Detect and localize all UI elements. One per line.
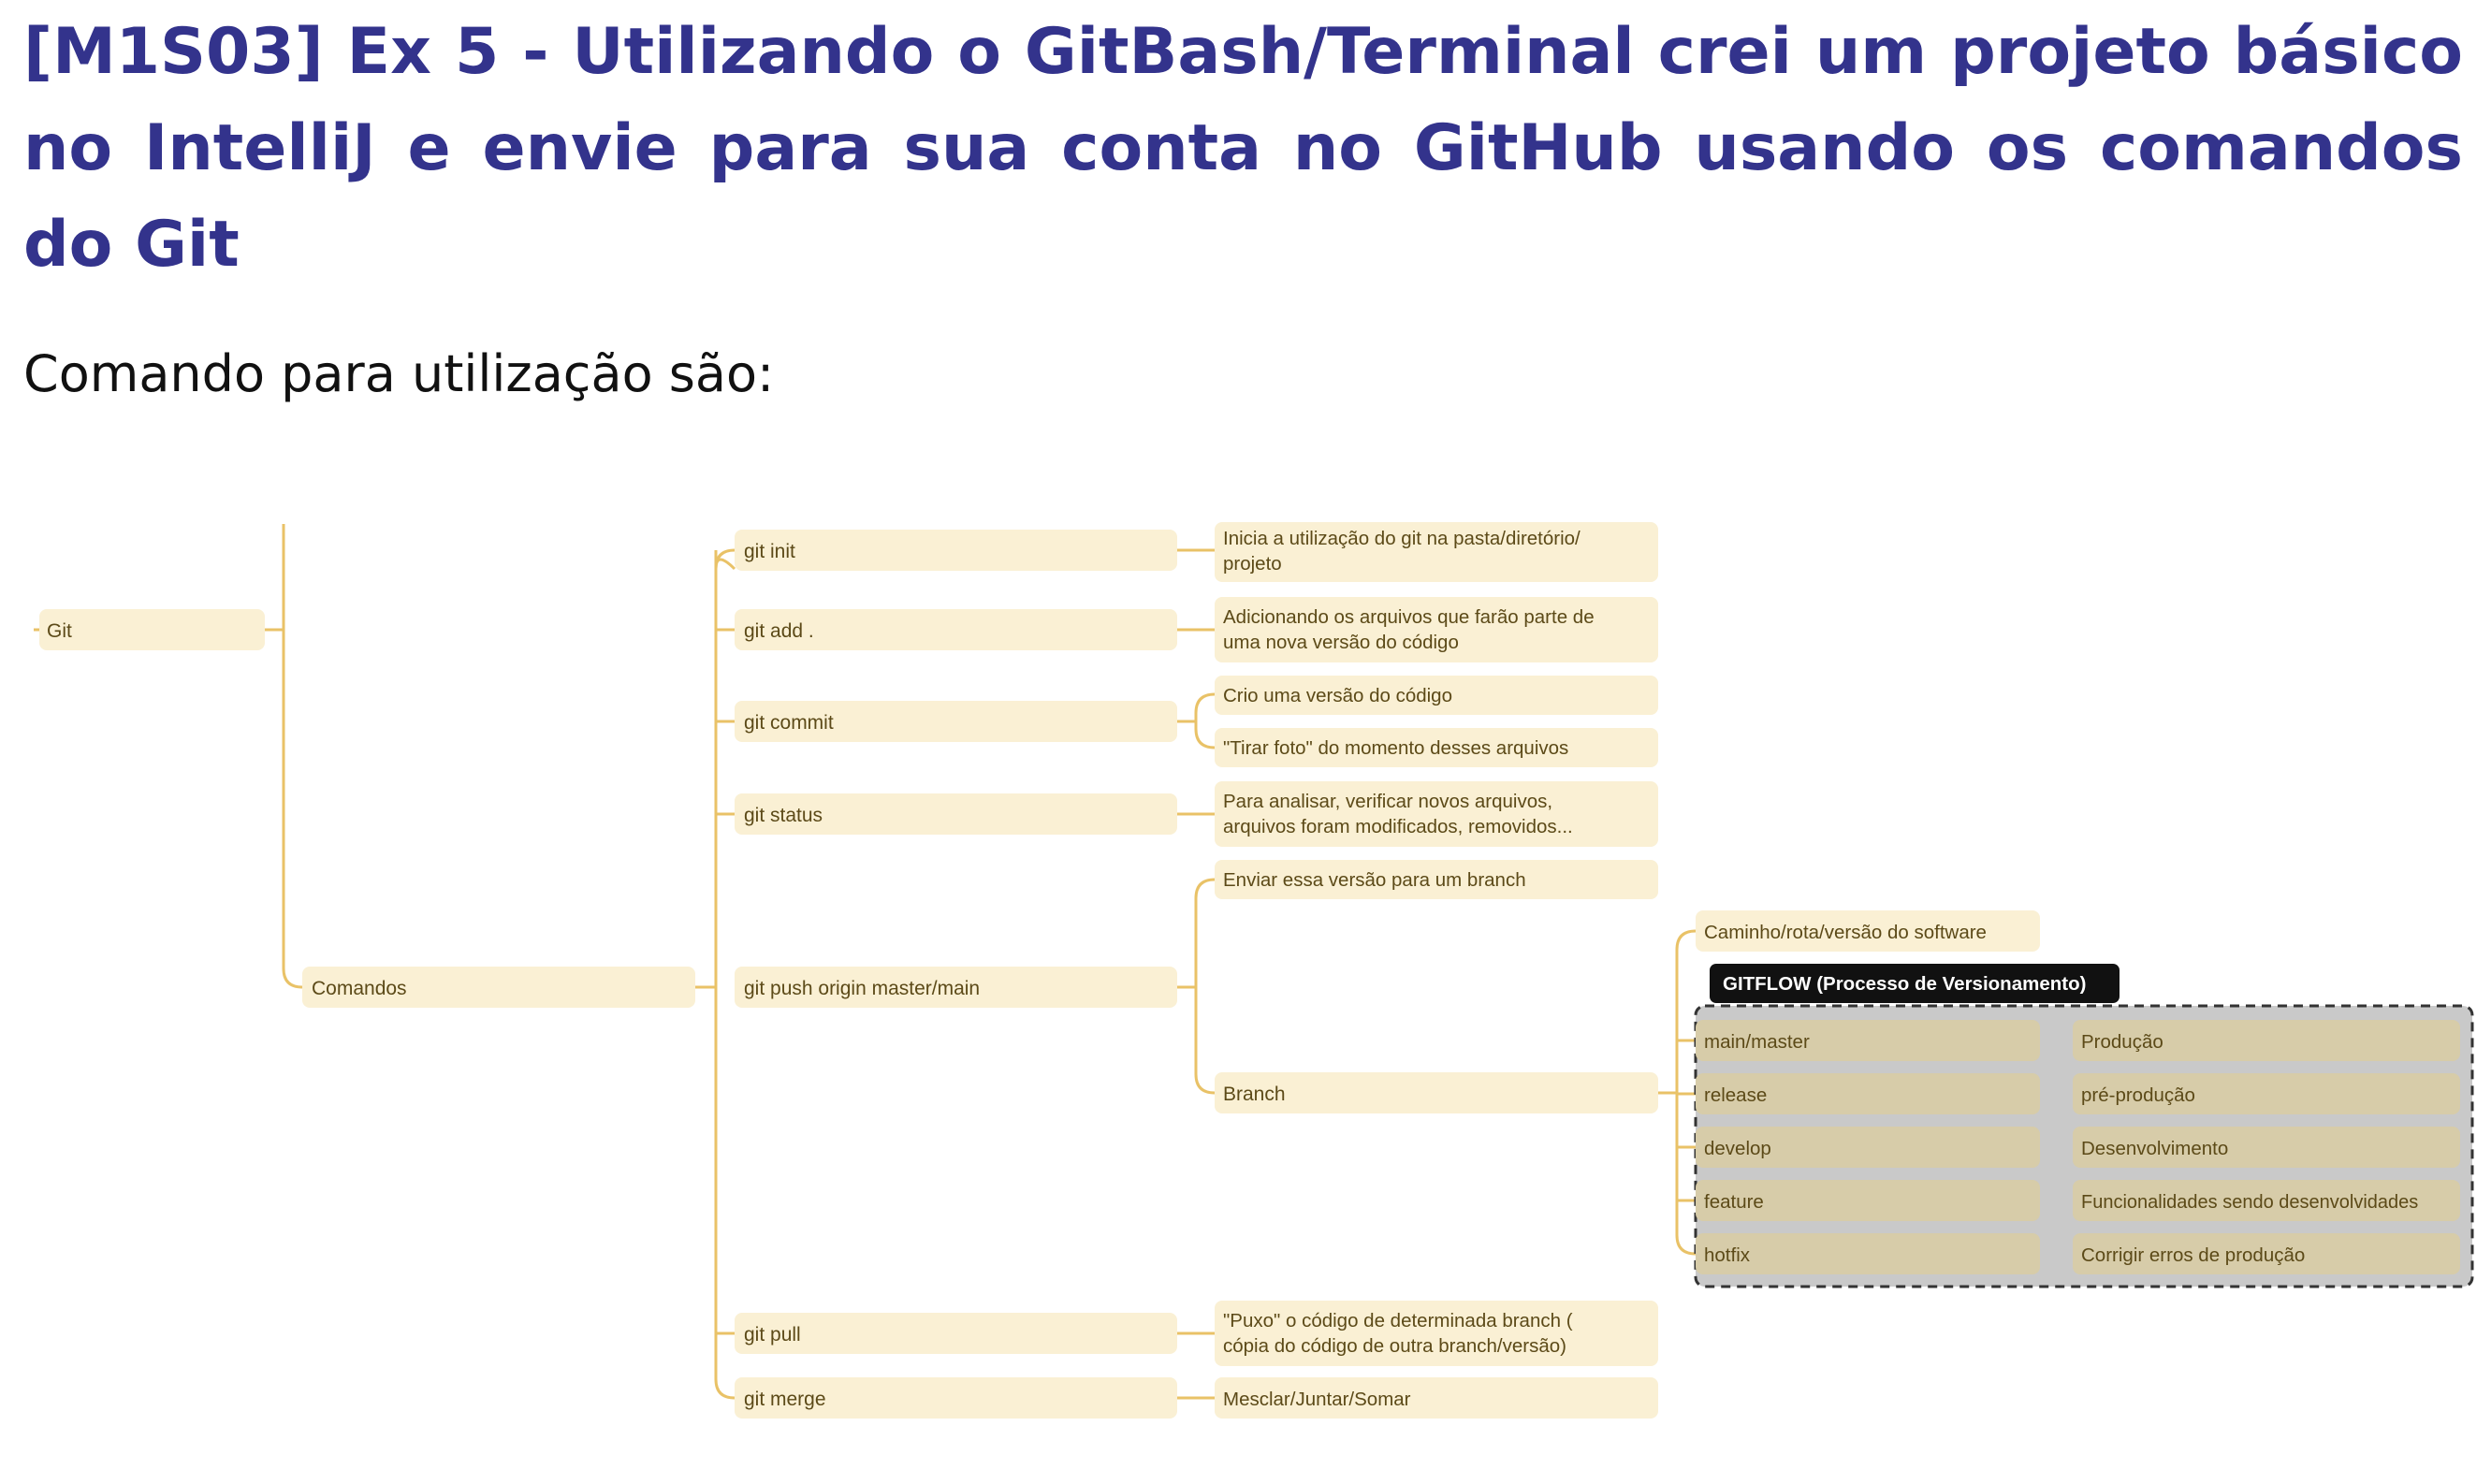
description-git-merge: Mesclar/Juntar/Somar bbox=[1215, 1377, 1658, 1419]
branch-node-label: Branch bbox=[1223, 1084, 1286, 1105]
description-git-status: Para analisar, verificar novos arquivos,… bbox=[1215, 781, 1658, 847]
root-node: Git bbox=[39, 609, 265, 650]
gitflow-title: GITFLOW (Processo de Versionamento) bbox=[1723, 973, 2086, 995]
gitflow-row: main/master Produção bbox=[1696, 1020, 2460, 1061]
branch-node: Branch bbox=[1215, 1072, 1658, 1113]
gitflow-branch-meaning: Corrigir erros de produção bbox=[2081, 1244, 2305, 1266]
gitflow-branch-meaning: pré-produção bbox=[2081, 1084, 2195, 1106]
command-label: git commit bbox=[744, 712, 834, 734]
command-label: git pull bbox=[744, 1324, 801, 1346]
git-mindmap: Git Comandos git init git add . git comm… bbox=[34, 522, 2474, 1419]
intro-text: Comando para utilização são: bbox=[23, 344, 775, 403]
command-label: git merge bbox=[744, 1389, 826, 1410]
command-git-merge: git merge bbox=[735, 1377, 1177, 1419]
root-node-label: Git bbox=[47, 620, 72, 642]
gitflow-header: GITFLOW (Processo de Versionamento) bbox=[1710, 964, 2120, 1003]
gitflow-branch-name: develop bbox=[1704, 1138, 1771, 1159]
description-git-commit-2: "Tirar foto" do momento desses arquivos bbox=[1215, 728, 1658, 767]
command-git-status: git status bbox=[735, 793, 1177, 835]
description-git-init: Inicia a utilização do git na pasta/dire… bbox=[1215, 522, 1658, 582]
command-git-add: git add . bbox=[735, 609, 1177, 650]
gitflow-row: feature Funcionalidades sendo desenvolvi… bbox=[1696, 1180, 2460, 1221]
command-git-commit: git commit bbox=[735, 701, 1177, 742]
gitflow-branch-meaning: Funcionalidades sendo desenvolvidades bbox=[2081, 1192, 2418, 1213]
description-text: Mesclar/Juntar/Somar bbox=[1223, 1389, 1411, 1410]
gitflow-branch-name: main/master bbox=[1704, 1031, 1810, 1053]
gitflow-row: release pré-produção bbox=[1696, 1073, 2460, 1114]
comandos-node-label: Comandos bbox=[312, 978, 407, 999]
description-text: Enviar essa versão para um branch bbox=[1223, 869, 1526, 891]
comandos-node: Comandos bbox=[302, 967, 695, 1008]
page-title: [M1S03] Ex 5 - Utilizando o GitBash/Term… bbox=[23, 15, 2463, 282]
gitflow-row: develop Desenvolvimento bbox=[1696, 1127, 2460, 1168]
gitflow-branch-meaning: Desenvolvimento bbox=[2081, 1138, 2228, 1159]
branch-note-node: Caminho/rota/versão do software bbox=[1696, 910, 2040, 952]
command-git-push: git push origin master/main bbox=[735, 967, 1177, 1008]
description-git-add: Adicionando os arquivos que farão parte … bbox=[1215, 597, 1658, 662]
gitflow-branch-meaning: Produção bbox=[2081, 1031, 2163, 1053]
command-label: git init bbox=[744, 541, 795, 562]
description-text: "Tirar foto" do momento desses arquivos bbox=[1223, 737, 1568, 759]
command-git-pull: git pull bbox=[735, 1313, 1177, 1354]
gitflow-branch-name: feature bbox=[1704, 1191, 1764, 1213]
gitflow-row: hotfix Corrigir erros de produção bbox=[1696, 1233, 2460, 1274]
gitflow-branch-name: hotfix bbox=[1704, 1244, 1751, 1266]
description-git-pull: "Puxo" o código de determinada branch (c… bbox=[1215, 1301, 1658, 1366]
description-text: Crio uma versão do código bbox=[1223, 685, 1452, 706]
command-git-init: git init bbox=[735, 530, 1177, 571]
command-label: git push origin master/main bbox=[744, 978, 980, 999]
description-git-commit-1: Crio uma versão do código bbox=[1215, 676, 1658, 715]
command-label: git add . bbox=[744, 620, 814, 642]
description-git-push: Enviar essa versão para um branch bbox=[1215, 860, 1658, 899]
branch-note-label: Caminho/rota/versão do software bbox=[1704, 922, 1987, 943]
gitflow-branch-name: release bbox=[1704, 1084, 1767, 1106]
command-label: git status bbox=[744, 805, 823, 826]
